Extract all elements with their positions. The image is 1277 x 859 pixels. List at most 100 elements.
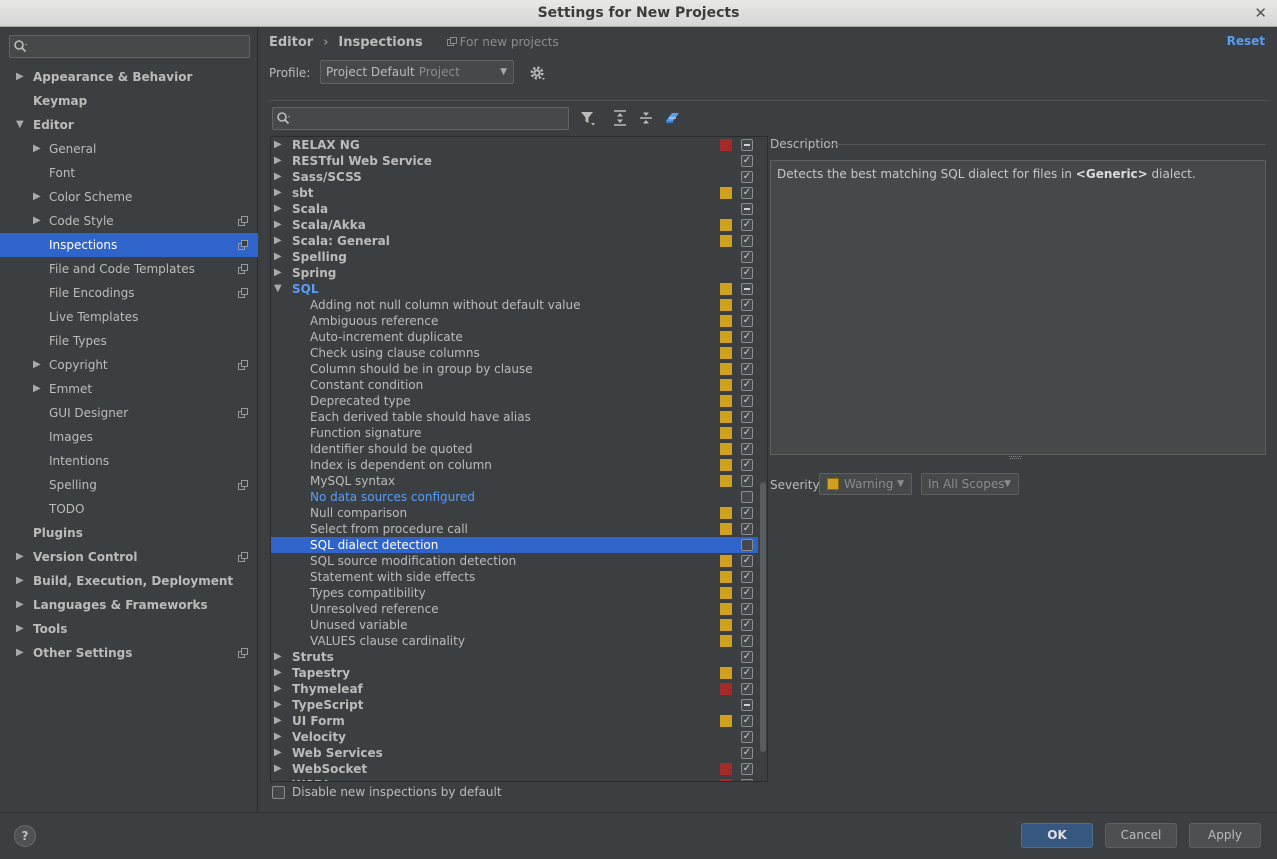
inspection-enabled-checkbox[interactable]: ✓ <box>741 507 753 519</box>
sidebar-item[interactable]: ▶ Emmet <box>0 377 258 401</box>
ok-button[interactable]: OK <box>1021 823 1093 848</box>
sidebar-item[interactable]: ▶ General <box>0 137 258 161</box>
sidebar-item[interactable]: Inspections <box>0 233 258 257</box>
severity-dropdown[interactable]: Warning ▼ <box>819 473 912 495</box>
inspection-enabled-checkbox[interactable]: ✓ <box>741 443 753 455</box>
sidebar-item[interactable]: Spelling <box>0 473 258 497</box>
filter-icon[interactable] <box>579 109 597 127</box>
scope-dropdown[interactable]: In All Scopes ▼ <box>921 473 1019 495</box>
disable-new-inspections-checkbox[interactable] <box>272 785 285 799</box>
inspection-group-row[interactable]: ▶ Spring ✓ <box>271 265 758 281</box>
inspection-group-row[interactable]: ▶ TypeScript <box>271 697 758 713</box>
inspection-enabled-checkbox[interactable]: ✓ <box>741 459 753 471</box>
inspection-row[interactable]: Function signature ✓ <box>271 425 758 441</box>
cancel-button[interactable]: Cancel <box>1105 823 1177 848</box>
inspection-enabled-checkbox[interactable]: ✓ <box>741 251 753 263</box>
settings-search-input[interactable] <box>9 35 250 58</box>
chevron-right-icon[interactable]: ▶ <box>16 593 28 617</box>
inspection-enabled-checkbox[interactable]: ✓ <box>741 379 753 391</box>
inspection-row[interactable]: Null comparison ✓ <box>271 505 758 521</box>
chevron-right-icon[interactable]: ▶ <box>274 265 282 281</box>
inspection-group-row[interactable]: ▶ WebSocket ✓ <box>271 761 758 777</box>
inspection-enabled-checkbox[interactable]: ✓ <box>741 155 753 167</box>
expand-all-icon[interactable] <box>611 109 629 127</box>
inspection-row[interactable]: Auto-increment duplicate ✓ <box>271 329 758 345</box>
inspection-row[interactable]: Deprecated type ✓ <box>271 393 758 409</box>
inspection-enabled-checkbox[interactable] <box>741 139 753 151</box>
inspection-row[interactable]: Index is dependent on column ✓ <box>271 457 758 473</box>
inspection-enabled-checkbox[interactable]: ✓ <box>741 411 753 423</box>
inspection-group-row[interactable]: ▶ Velocity ✓ <box>271 729 758 745</box>
inspection-group-row[interactable]: ▶ Thymeleaf ✓ <box>271 681 758 697</box>
inspection-row[interactable]: Adding not null column without default v… <box>271 297 758 313</box>
sidebar-item[interactable]: ▶ Appearance & Behavior <box>0 65 258 89</box>
sidebar-item[interactable]: Images <box>0 425 258 449</box>
inspection-row[interactable]: Constant condition ✓ <box>271 377 758 393</box>
chevron-right-icon[interactable]: ▶ <box>33 185 45 209</box>
collapse-all-icon[interactable] <box>637 109 655 127</box>
sidebar-item[interactable]: ▶ Languages & Frameworks <box>0 593 258 617</box>
close-icon[interactable]: ✕ <box>1254 4 1267 22</box>
inspection-enabled-checkbox[interactable]: ✓ <box>741 523 753 535</box>
sidebar-item[interactable]: Font <box>0 161 258 185</box>
inspection-enabled-checkbox[interactable]: ✓ <box>741 331 753 343</box>
inspection-group-row[interactable]: ▼ SQL <box>271 281 758 297</box>
inspection-enabled-checkbox[interactable]: ✓ <box>741 715 753 727</box>
inspection-group-row[interactable]: ▶ Struts ✓ <box>271 649 758 665</box>
reset-link[interactable]: Reset <box>1227 34 1265 48</box>
chevron-right-icon[interactable]: ▶ <box>274 777 282 781</box>
help-button[interactable]: ? <box>14 825 36 847</box>
inspection-enabled-checkbox[interactable]: ✓ <box>741 635 753 647</box>
chevron-down-icon[interactable]: ▼ <box>16 113 28 137</box>
gear-icon[interactable] <box>528 64 546 82</box>
chevron-right-icon[interactable]: ▶ <box>16 65 28 89</box>
sidebar-item[interactable]: ▶ Copyright <box>0 353 258 377</box>
apply-button[interactable]: Apply <box>1189 823 1261 848</box>
sidebar-item[interactable]: Plugins <box>0 521 258 545</box>
inspection-row[interactable]: MySQL syntax ✓ <box>271 473 758 489</box>
chevron-right-icon[interactable]: ▶ <box>16 617 28 641</box>
sidebar-item[interactable]: File Encodings <box>0 281 258 305</box>
sidebar-item[interactable]: Keymap <box>0 89 258 113</box>
chevron-right-icon[interactable]: ▶ <box>33 209 45 233</box>
sidebar-item[interactable]: ▶ Other Settings <box>0 641 258 665</box>
inspection-row[interactable]: SQL source modification detection ✓ <box>271 553 758 569</box>
inspection-group-row[interactable]: ▶ WSDL ✓ <box>271 777 758 781</box>
vertical-scrollbar[interactable] <box>760 482 766 752</box>
inspection-enabled-checkbox[interactable]: ✓ <box>741 683 753 695</box>
inspection-group-row[interactable]: ▶ UI Form ✓ <box>271 713 758 729</box>
chevron-right-icon[interactable]: ▶ <box>274 681 282 697</box>
inspection-group-row[interactable]: ▶ Scala/Akka ✓ <box>271 217 758 233</box>
inspection-enabled-checkbox[interactable]: ✓ <box>741 267 753 279</box>
inspection-enabled-checkbox[interactable]: ✓ <box>741 219 753 231</box>
inspection-group-row[interactable]: ▶ Sass/SCSS ✓ <box>271 169 758 185</box>
chevron-right-icon[interactable]: ▶ <box>274 745 282 761</box>
chevron-right-icon[interactable]: ▶ <box>274 217 282 233</box>
inspection-enabled-checkbox[interactable]: ✓ <box>741 315 753 327</box>
inspection-group-row[interactable]: ▶ Scala: General ✓ <box>271 233 758 249</box>
inspection-enabled-checkbox[interactable]: ✓ <box>741 571 753 583</box>
chevron-right-icon[interactable]: ▶ <box>274 249 282 265</box>
inspection-enabled-checkbox[interactable]: ✓ <box>741 619 753 631</box>
inspection-enabled-checkbox[interactable]: ✓ <box>741 651 753 663</box>
chevron-right-icon[interactable]: ▶ <box>33 137 45 161</box>
chevron-right-icon[interactable]: ▶ <box>274 153 282 169</box>
chevron-right-icon[interactable]: ▶ <box>33 377 45 401</box>
inspection-row[interactable]: Statement with side effects ✓ <box>271 569 758 585</box>
inspection-row[interactable]: Types compatibility ✓ <box>271 585 758 601</box>
inspection-enabled-checkbox[interactable]: ✓ <box>741 731 753 743</box>
chevron-right-icon[interactable]: ▶ <box>274 665 282 681</box>
inspection-row[interactable]: Unused variable ✓ <box>271 617 758 633</box>
inspection-row[interactable]: Column should be in group by clause ✓ <box>271 361 758 377</box>
profile-dropdown[interactable]: Project Default Project ▼ <box>320 60 514 84</box>
chevron-right-icon[interactable]: ▶ <box>16 641 28 665</box>
sidebar-item[interactable]: ▶ Build, Execution, Deployment <box>0 569 258 593</box>
chevron-right-icon[interactable]: ▶ <box>274 697 282 713</box>
chevron-right-icon[interactable]: ▶ <box>274 185 282 201</box>
chevron-right-icon[interactable]: ▶ <box>274 729 282 745</box>
inspection-group-row[interactable]: ▶ Tapestry ✓ <box>271 665 758 681</box>
sidebar-item[interactable]: File Types <box>0 329 258 353</box>
inspection-enabled-checkbox[interactable]: ✓ <box>741 763 753 775</box>
inspection-enabled-checkbox[interactable] <box>741 539 753 551</box>
inspection-enabled-checkbox[interactable]: ✓ <box>741 235 753 247</box>
